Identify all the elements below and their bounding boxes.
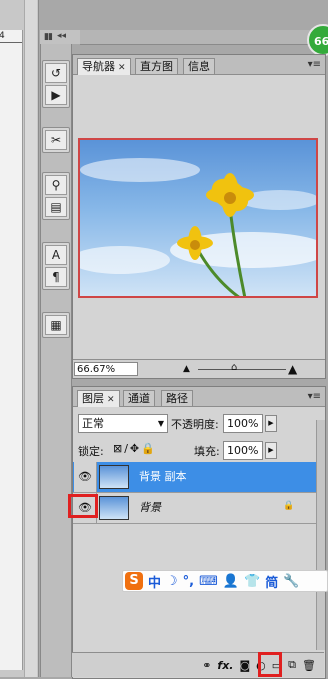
panel-menu-icon[interactable]: ▾≡: [308, 391, 321, 402]
moon-icon[interactable]: ☽: [166, 574, 178, 589]
tool-group-text: A ¶: [42, 242, 70, 290]
tab-info[interactable]: 信息: [183, 58, 215, 74]
tool-group-history: ↺ ▶: [42, 60, 70, 108]
navigator-preview[interactable]: [78, 138, 318, 298]
badge-counter: 66: [307, 24, 328, 56]
navigator-view-box[interactable]: [78, 138, 318, 298]
play-action-icon[interactable]: ▶: [45, 85, 67, 105]
panel-menu-icon[interactable]: ▾≡: [308, 59, 321, 70]
tab-navigator-label: 导航器: [82, 60, 115, 73]
wrench-icon[interactable]: 🔧: [283, 574, 299, 589]
ime-mode[interactable]: 中: [148, 572, 161, 591]
tools-icon[interactable]: ✂: [45, 130, 67, 150]
flower-image: [80, 158, 316, 296]
highlight-new-layer-box: [258, 652, 282, 677]
layer-thumbnail: [99, 496, 129, 520]
clone-source-icon[interactable]: ⚲: [45, 175, 67, 195]
tool-group-tools: ✂: [42, 127, 70, 153]
ruler-mark: [0, 42, 22, 43]
ruler-number: 4: [0, 31, 5, 41]
zoom-slider-thumb[interactable]: ⌂: [231, 362, 237, 373]
paragraph-icon[interactable]: ¶: [45, 267, 67, 287]
tab-channels-label: 通道: [128, 392, 150, 405]
ime-toolbar[interactable]: S 中 ☽ °, ⌨ 👤 👕 简 🔧: [122, 570, 328, 592]
shirt-icon[interactable]: 👕: [244, 574, 260, 589]
opacity-arrow-icon[interactable]: ▶: [265, 415, 277, 432]
tab-paths-label: 路径: [166, 392, 188, 405]
navigator-tab-row: 导航器 ✕ 直方图 信息 ▾≡: [73, 55, 325, 75]
notes-icon[interactable]: ▦: [45, 315, 67, 335]
keyboard-icon[interactable]: ⌨: [199, 574, 218, 589]
fill-arrow-icon[interactable]: ▶: [265, 442, 277, 459]
blend-mode-select[interactable]: 正常 ▼: [78, 414, 168, 433]
layer-row[interactable]: 👁 背景 🔒: [73, 493, 325, 524]
ime-simplified[interactable]: 简: [265, 572, 278, 591]
panel-dock-header: [80, 30, 328, 45]
layers-scrollbar[interactable]: [316, 420, 325, 650]
zoom-slider[interactable]: [198, 369, 286, 370]
chevron-down-icon: ▼: [157, 419, 164, 428]
layer-name[interactable]: 背景 副本: [139, 462, 187, 492]
lock-icon: 🔒: [283, 501, 295, 511]
fill-label: 填充:: [194, 445, 220, 458]
tool-group-notes: ▦: [42, 312, 70, 338]
zoom-input[interactable]: 66.67%: [74, 362, 138, 376]
punctuation-icon[interactable]: °,: [183, 574, 194, 589]
eye-icon[interactable]: 👁: [74, 462, 97, 492]
zoom-out-icon[interactable]: ▲: [183, 364, 190, 374]
layers-panel: 图层 ✕ 通道 路径 ▾≡ 正常 ▼ 不透明度: 100% ▶ 锁定: ⊠∕✥🔒 …: [72, 386, 326, 679]
layers-tab-row: 图层 ✕ 通道 路径 ▾≡: [73, 387, 325, 407]
history-brush-icon[interactable]: ↺: [45, 63, 67, 83]
mask-icon[interactable]: ◙: [239, 659, 250, 672]
layers-bottom-toolbar: ⚭ fx. ◙ ◐ ▭ ⧉ 🗑: [72, 652, 324, 677]
navigator-panel: 导航器 ✕ 直方图 信息 ▾≡ 66.67% ▲ ⌂ ▲: [72, 54, 326, 379]
blend-mode-value: 正常: [82, 417, 104, 430]
opacity-input[interactable]: 100%: [223, 414, 263, 433]
vertical-ruler: [0, 30, 23, 670]
close-icon[interactable]: ✕: [107, 395, 115, 405]
dock-grip-handle[interactable]: ▮▮: [44, 32, 53, 42]
tab-histogram-label: 直方图: [140, 60, 173, 73]
highlight-eye-box: [68, 494, 98, 518]
fx-icon[interactable]: fx.: [217, 659, 233, 672]
trash-icon[interactable]: 🗑: [302, 659, 316, 672]
character-icon[interactable]: A: [45, 245, 67, 265]
new-layer-icon[interactable]: ⧉: [288, 658, 296, 672]
user-icon[interactable]: 👤: [223, 574, 239, 589]
brush-preset-icon[interactable]: ▤: [45, 197, 67, 217]
tool-group-clone: ⚲ ▤: [42, 172, 70, 220]
tab-layers-label: 图层: [82, 392, 104, 405]
tab-info-label: 信息: [188, 60, 210, 73]
fill-input[interactable]: 100%: [223, 441, 263, 460]
opacity-label: 不透明度:: [171, 418, 219, 431]
zoom-in-icon[interactable]: ▲: [288, 362, 297, 376]
sogou-logo-icon[interactable]: S: [125, 572, 143, 590]
close-icon[interactable]: ✕: [118, 63, 126, 73]
tab-layers[interactable]: 图层 ✕: [77, 390, 120, 407]
layer-thumbnail: [99, 465, 129, 489]
document-scrollbar[interactable]: [24, 0, 37, 677]
tab-channels[interactable]: 通道: [123, 390, 155, 406]
tab-navigator[interactable]: 导航器 ✕: [77, 58, 131, 75]
tab-histogram[interactable]: 直方图: [135, 58, 178, 74]
lock-label: 锁定:: [78, 445, 104, 458]
tab-paths[interactable]: 路径: [161, 390, 193, 406]
collapse-arrows-icon[interactable]: ◂◂: [57, 31, 66, 41]
navigator-zoom-row: 66.67% ▲ ⌂ ▲: [73, 359, 325, 378]
lock-options-icons[interactable]: ⊠∕✥🔒: [113, 442, 157, 455]
link-icon[interactable]: ⚭: [202, 659, 211, 672]
layer-row[interactable]: 👁 背景 副本: [73, 462, 325, 493]
layer-name[interactable]: 背景: [139, 493, 161, 523]
